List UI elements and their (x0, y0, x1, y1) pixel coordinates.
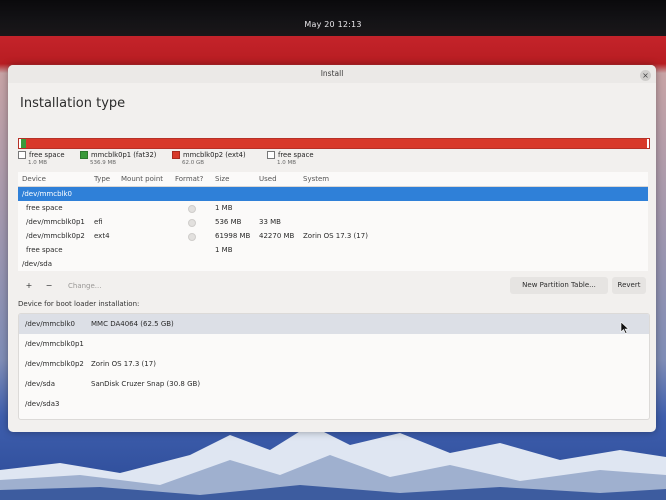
legend-item: mmcblk0p2 (ext4) 62.0 GB (172, 151, 246, 166)
list-item[interactable]: /dev/sda3 (19, 394, 649, 414)
format-checkbox[interactable] (188, 205, 196, 213)
table-row[interactable]: /dev/sda (18, 257, 648, 271)
cell-device: free space (26, 246, 63, 254)
change-partition-button[interactable]: Change... (68, 277, 101, 295)
boot-device: /dev/mmcblk0p1 (25, 340, 84, 348)
legend-size: 1.0 MB (28, 160, 48, 166)
partition-legend: free space 1.0 MB mmcblk0p1 (fat32) 536.… (18, 151, 648, 171)
list-item[interactable]: /dev/mmcblk0p1 (19, 334, 649, 354)
legend-label: free space (278, 151, 314, 159)
cell-size: 61998 MB (215, 232, 251, 240)
column-header-size[interactable]: Size (215, 172, 229, 186)
partition-toolbar: + − Change... New Partition Table... Rev… (18, 277, 648, 295)
page-title: Installation type (20, 96, 126, 111)
boot-device: /dev/mmcblk0 (25, 320, 75, 328)
column-header-type[interactable]: Type (94, 172, 110, 186)
list-item[interactable]: /dev/mmcblk0 MMC DA4064 (62.5 GB) (19, 314, 649, 334)
legend-label: free space (29, 151, 65, 159)
table-row[interactable]: /dev/mmcblk0p1 efi 536 MB 33 MB (18, 215, 648, 229)
column-header-system[interactable]: System (303, 172, 329, 186)
remove-partition-button[interactable]: − (42, 277, 56, 295)
partition-bar-free-space-end (647, 139, 649, 148)
cell-system: Zorin OS 17.3 (17) (303, 232, 368, 240)
legend-item: mmcblk0p1 (fat32) 536.9 MB (80, 151, 156, 166)
table-row[interactable]: free space 1 MB (18, 201, 648, 215)
legend-swatch-red (172, 151, 180, 159)
boot-device: /dev/mmcblk0p2 (25, 360, 84, 368)
format-checkbox[interactable] (188, 233, 196, 241)
legend-size: 62.0 GB (182, 160, 205, 166)
boot-device: /dev/sda3 (25, 400, 60, 408)
column-header-format[interactable]: Format? (175, 172, 203, 186)
legend-size: 536.9 MB (90, 160, 117, 166)
cell-device: /dev/mmcblk0p1 (26, 218, 85, 226)
cell-device: /dev/mmcblk0 (22, 190, 72, 198)
legend-label: mmcblk0p2 (ext4) (183, 151, 246, 159)
table-row[interactable]: free space 1 MB (18, 243, 648, 257)
table-row[interactable]: /dev/mmcblk0 (18, 187, 648, 201)
add-partition-button[interactable]: + (22, 277, 36, 295)
legend-label: mmcblk0p1 (fat32) (91, 151, 157, 159)
table-row[interactable]: /dev/mmcblk0p2 ext4 61998 MB 42270 MB Zo… (18, 229, 648, 243)
partition-table: Device Type Mount point Format? Size Use… (18, 172, 648, 271)
list-item[interactable]: /dev/mmcblk0p2 Zorin OS 17.3 (17) (19, 354, 649, 374)
dialog-titlebar: Install (8, 65, 656, 83)
list-item[interactable]: /dev/sda SanDisk Cruzer Snap (30.8 GB) (19, 374, 649, 394)
mouse-cursor-icon (620, 322, 630, 334)
column-header-mount-point[interactable]: Mount point (121, 172, 163, 186)
boot-device-desc: SanDisk Cruzer Snap (30.8 GB) (91, 380, 201, 388)
dialog-title: Install (320, 69, 344, 78)
cell-used: 42270 MB (259, 232, 295, 240)
partition-bar-ext4 (26, 139, 647, 148)
cell-device: /dev/sda (22, 260, 52, 268)
cell-used: 33 MB (259, 218, 281, 226)
legend-swatch-green (80, 151, 88, 159)
new-partition-table-button[interactable]: New Partition Table... (510, 277, 608, 294)
cell-size: 536 MB (215, 218, 242, 226)
close-icon[interactable]: × (640, 70, 651, 81)
cell-type: ext4 (94, 232, 110, 240)
cell-device: free space (26, 204, 63, 212)
column-header-device[interactable]: Device (22, 172, 46, 186)
cell-device: /dev/mmcblk0p2 (26, 232, 85, 240)
legend-item: free space 1.0 MB (267, 151, 314, 166)
revert-button[interactable]: Revert (612, 277, 646, 294)
top-bar: May 20 12:13 (0, 0, 666, 36)
boot-device: /dev/sda (25, 380, 55, 388)
clock[interactable]: May 20 12:13 (0, 20, 666, 29)
legend-swatch-white (267, 151, 275, 159)
screen: May 20 12:13 Install × Installation type… (0, 0, 666, 500)
cell-type: efi (94, 218, 103, 226)
boot-loader-device-list[interactable]: /dev/mmcblk0 MMC DA4064 (62.5 GB) /dev/m… (18, 313, 650, 420)
column-header-used[interactable]: Used (259, 172, 277, 186)
partition-bar (18, 138, 650, 149)
cell-size: 1 MB (215, 246, 233, 254)
legend-item: free space 1.0 MB (18, 151, 65, 166)
install-dialog: Install × Installation type free space 1… (8, 65, 656, 432)
boot-device-desc: MMC DA4064 (62.5 GB) (91, 320, 174, 328)
boot-loader-label: Device for boot loader installation: (18, 300, 140, 308)
boot-device-desc: Zorin OS 17.3 (17) (91, 360, 156, 368)
cell-size: 1 MB (215, 204, 233, 212)
legend-size: 1.0 MB (277, 160, 297, 166)
format-checkbox[interactable] (188, 219, 196, 227)
legend-swatch-white (18, 151, 26, 159)
